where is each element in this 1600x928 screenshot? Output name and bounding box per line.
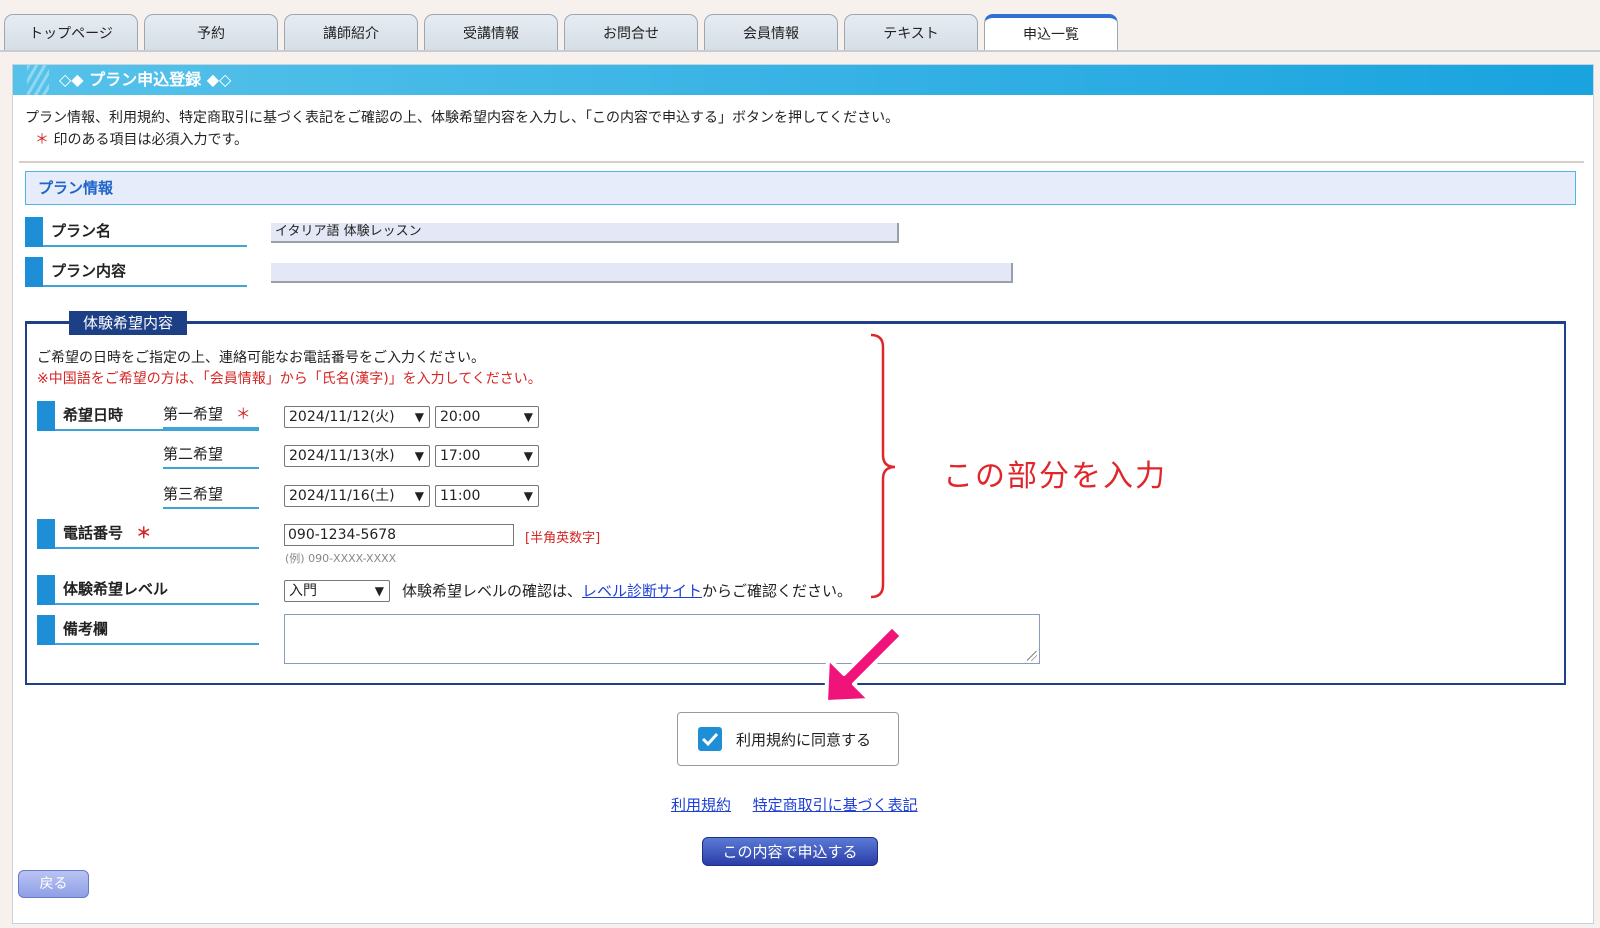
choice-1-label: 第一希望 ＊ <box>163 401 259 429</box>
back-button[interactable]: 戻る <box>18 870 89 898</box>
required-star: ＊ <box>235 405 251 423</box>
label-bar <box>25 217 43 247</box>
level-label-text: 体験希望レベル <box>63 580 169 598</box>
chevron-down-icon: ▼ <box>414 449 424 463</box>
plan-content-label-text: プラン内容 <box>51 262 127 280</box>
level-diagnosis-link[interactable]: レベル診断サイト <box>582 582 702 600</box>
plan-info-heading: プラン情報 <box>25 171 1576 205</box>
tab-contact[interactable]: お問合せ <box>564 14 698 50</box>
tab-text[interactable]: テキスト <box>844 14 978 50</box>
arrow-annotation-icon <box>824 624 904 704</box>
agree-checkbox[interactable] <box>698 727 722 751</box>
level-select[interactable]: 入門 ▼ <box>284 580 390 602</box>
tab-course-info[interactable]: 受講情報 <box>424 14 558 50</box>
label-bar <box>37 615 55 645</box>
required-note-text: 印のある項目は必須入力です。 <box>53 132 249 148</box>
choice-1-time-value: 20:00 <box>440 409 481 425</box>
phone-label: 電話番号 ＊ <box>37 519 259 549</box>
notes-textarea[interactable] <box>284 614 1040 664</box>
divider <box>19 161 1584 163</box>
submit-button[interactable]: この内容で申込する <box>702 837 878 866</box>
choice-1-time-select[interactable]: 20:00 ▼ <box>435 406 539 428</box>
level-help: 体験希望レベルの確認は、レベル診断サイトからご確認ください。 <box>402 580 852 601</box>
chevron-down-icon: ▼ <box>523 449 533 463</box>
chevron-down-icon: ▼ <box>414 410 424 424</box>
tab-top[interactable]: トップページ <box>4 14 138 50</box>
checkmark-icon <box>701 732 719 747</box>
title-stripe-decoration <box>27 65 49 95</box>
level-help-after: からご確認ください。 <box>702 582 853 600</box>
tab-application-list[interactable]: 申込一覧 <box>984 14 1118 52</box>
choice-3-date-value: 2024/11/16(土) <box>289 488 395 504</box>
choice-2-date-select[interactable]: 2024/11/13(水) ▼ <box>284 445 430 467</box>
trial-description: ご希望の日時をご指定の上、連絡可能なお電話番号をご入力ください。 <box>37 350 485 366</box>
page-title-text: ◇◆ プラン申込登録 ◆◇ <box>59 70 232 89</box>
plan-name-value: イタリア語 体験レッスン <box>271 223 899 243</box>
chevron-down-icon: ▼ <box>374 584 384 598</box>
required-note: ＊ 印のある項目は必須入力です。 <box>35 129 248 149</box>
plan-name-label: プラン名 <box>25 217 247 247</box>
label-bar <box>25 257 43 287</box>
tab-member-info[interactable]: 会員情報 <box>704 14 838 50</box>
intro-text: プラン情報、利用規約、特定商取引に基づく表記をご確認の上、体験希望内容を入力し、… <box>25 110 900 126</box>
choice-2-label: 第二希望 <box>163 441 259 469</box>
chevron-down-icon: ▼ <box>414 489 424 503</box>
choice-2-time-select[interactable]: 17:00 ▼ <box>435 445 539 467</box>
level-help-before: 体験希望レベルの確認は、 <box>402 582 583 600</box>
plan-content-label: プラン内容 <box>25 257 247 287</box>
nav-tabs: トップページ 予約 講師紹介 受講情報 お問合せ 会員情報 テキスト 申込一覧 <box>0 0 1600 52</box>
choice-3-label: 第三希望 <box>163 481 259 509</box>
choice-3-date-select[interactable]: 2024/11/16(土) ▼ <box>284 485 430 507</box>
label-bar <box>37 575 55 605</box>
brace-annotation-icon <box>870 333 896 599</box>
datetime-label-text: 希望日時 <box>63 406 124 424</box>
tab-teachers[interactable]: 講師紹介 <box>284 14 418 50</box>
tabs-divider <box>0 50 1600 52</box>
choice-2-date-value: 2024/11/13(水) <box>289 448 395 464</box>
phone-format-hint: [半角英数字] <box>525 531 601 546</box>
required-star: ＊ <box>35 132 49 148</box>
label-bar <box>37 401 55 431</box>
agree-label: 利用規約に同意する <box>736 731 872 749</box>
chevron-down-icon: ▼ <box>523 410 533 424</box>
phone-input[interactable]: 090-1234-5678 <box>284 524 514 546</box>
choice-1-date-select[interactable]: 2024/11/12(火) ▼ <box>284 406 430 428</box>
agree-terms-box[interactable]: 利用規約に同意する <box>677 712 899 766</box>
choice-2-time-value: 17:00 <box>440 448 481 464</box>
choice-1-date-value: 2024/11/12(火) <box>289 409 395 425</box>
trial-legend: 体験希望内容 <box>69 311 188 335</box>
level-label: 体験希望レベル <box>37 575 259 605</box>
choice-3-time-value: 11:00 <box>440 488 481 504</box>
choice-3-time-select[interactable]: 11:00 ▼ <box>435 485 539 507</box>
terms-link[interactable]: 利用規約 <box>671 796 731 814</box>
notes-label: 備考欄 <box>37 615 259 645</box>
trial-description-red: ※中国語をご希望の方は、「会員情報」から「氏名(漢字)」を入力してください。 <box>37 371 542 387</box>
commercial-law-link[interactable]: 特定商取引に基づく表記 <box>753 796 918 814</box>
resize-handle-icon[interactable] <box>1027 651 1037 661</box>
notes-label-text: 備考欄 <box>63 620 109 638</box>
annotation-text: この部分を入力 <box>943 459 1167 494</box>
tab-reserve[interactable]: 予約 <box>144 14 278 50</box>
phone-example: (例) 090-XXXX-XXXX <box>285 552 397 565</box>
required-star: ＊ <box>136 524 152 542</box>
label-bar <box>37 519 55 549</box>
level-value: 入門 <box>289 583 317 599</box>
phone-label-text: 電話番号 <box>63 524 124 542</box>
plan-content-value <box>271 263 1013 283</box>
policy-links: 利用規約 特定商取引に基づく表記 <box>671 794 918 815</box>
chevron-down-icon: ▼ <box>523 489 533 503</box>
choice-1-label-text: 第一希望 <box>163 405 224 423</box>
page-title: ◇◆ プラン申込登録 ◆◇ <box>13 65 1593 95</box>
plan-name-label-text: プラン名 <box>51 222 112 240</box>
